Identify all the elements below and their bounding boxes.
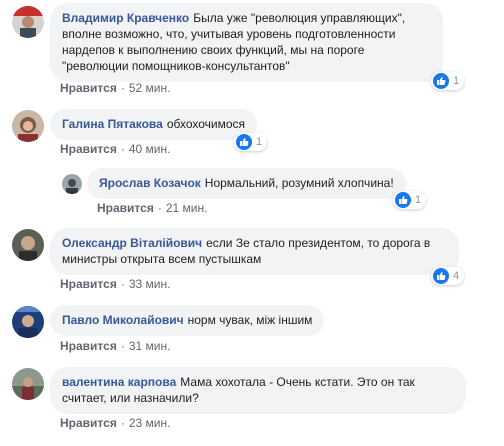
- avatar[interactable]: [12, 110, 44, 142]
- comment-actions: Нравится · 21 мин.: [97, 201, 207, 215]
- thumbs-up-icon: [395, 192, 411, 208]
- avatar[interactable]: [12, 306, 44, 338]
- comment-timestamp[interactable]: 52 мин.: [129, 81, 171, 95]
- comment-timestamp[interactable]: 31 мин.: [129, 339, 171, 353]
- avatar-image: [62, 174, 82, 194]
- comment-bubble: Владимир Кравченко Была уже "революция уп…: [50, 3, 443, 82]
- separator-dot: ·: [120, 277, 125, 291]
- comment-bubble: Олександр Віталійович если Зе стало прези…: [50, 228, 459, 275]
- separator-dot: ·: [120, 416, 125, 430]
- thumbs-up-icon: [433, 73, 449, 89]
- comment-author[interactable]: Ярослав Козачок: [99, 176, 201, 190]
- reaction-number: 1: [415, 194, 422, 206]
- avatar[interactable]: [12, 6, 44, 38]
- comment-author[interactable]: валентина карпова: [62, 375, 176, 389]
- comment-item: Владимир Кравченко Была уже "революция уп…: [0, 0, 504, 100]
- reaction-number: 1: [453, 75, 460, 87]
- reaction-count[interactable]: 1: [234, 133, 268, 151]
- comment-timestamp[interactable]: 21 мин.: [166, 201, 208, 215]
- like-link[interactable]: Нравится: [97, 201, 154, 215]
- comment-actions: Нравится · 40 мин.: [60, 142, 170, 156]
- avatar[interactable]: [62, 174, 82, 194]
- comment-bubble: валентина карпова Мама хохотала - Очень к…: [50, 367, 466, 414]
- like-link[interactable]: Нравится: [60, 416, 117, 430]
- comment-author[interactable]: Галина Пятакова: [62, 117, 163, 131]
- avatar[interactable]: [12, 368, 44, 400]
- reaction-number: 1: [256, 136, 263, 148]
- avatar-image: [12, 6, 44, 38]
- like-link[interactable]: Нравится: [60, 339, 117, 353]
- comment-bubble: Павло Миколайович норм чувак, між іншим: [50, 305, 325, 336]
- separator-dot: ·: [120, 81, 125, 95]
- avatar-image: [12, 229, 44, 261]
- comment-author[interactable]: Олександр Віталійович: [62, 236, 202, 250]
- avatar-image: [12, 110, 44, 142]
- thumbs-up-icon: [236, 134, 252, 150]
- avatar-image: [12, 368, 44, 400]
- comment-actions: Нравится · 23 мин.: [60, 416, 170, 430]
- comment-author[interactable]: Владимир Кравченко: [62, 11, 189, 25]
- comment-text: обхохочимося: [166, 117, 246, 131]
- reaction-count[interactable]: 1: [393, 191, 427, 209]
- separator-dot: ·: [120, 339, 125, 353]
- separator-dot: ·: [120, 142, 125, 156]
- comment-bubble: Ярослав Козачок Нормальний, розумний хлоп…: [87, 168, 406, 199]
- like-link[interactable]: Нравится: [60, 142, 117, 156]
- comment-text: Нормальний, розумний хлопчина!: [204, 176, 394, 190]
- comment-actions: Нравится · 33 мин.: [60, 277, 170, 291]
- separator-dot: ·: [157, 201, 162, 215]
- reaction-count[interactable]: 1: [431, 72, 465, 90]
- avatar[interactable]: [12, 229, 44, 261]
- like-link[interactable]: Нравится: [60, 277, 117, 291]
- comment-timestamp[interactable]: 23 мин.: [129, 416, 171, 430]
- reaction-number: 4: [453, 270, 460, 282]
- comment-author[interactable]: Павло Миколайович: [62, 313, 184, 327]
- comment-text: норм чувак, між іншим: [187, 313, 313, 327]
- like-link[interactable]: Нравится: [60, 81, 117, 95]
- comment-actions: Нравится · 31 мин.: [60, 339, 170, 353]
- comment-timestamp[interactable]: 33 мин.: [129, 277, 171, 291]
- reaction-count[interactable]: 4: [431, 267, 465, 285]
- thumbs-up-icon: [433, 268, 449, 284]
- avatar-image: [12, 306, 44, 338]
- comment-bubble: Галина Пятакова обхохочимося: [50, 109, 258, 140]
- comment-timestamp[interactable]: 40 мин.: [129, 142, 171, 156]
- comment-actions: Нравится · 52 мин.: [60, 81, 170, 95]
